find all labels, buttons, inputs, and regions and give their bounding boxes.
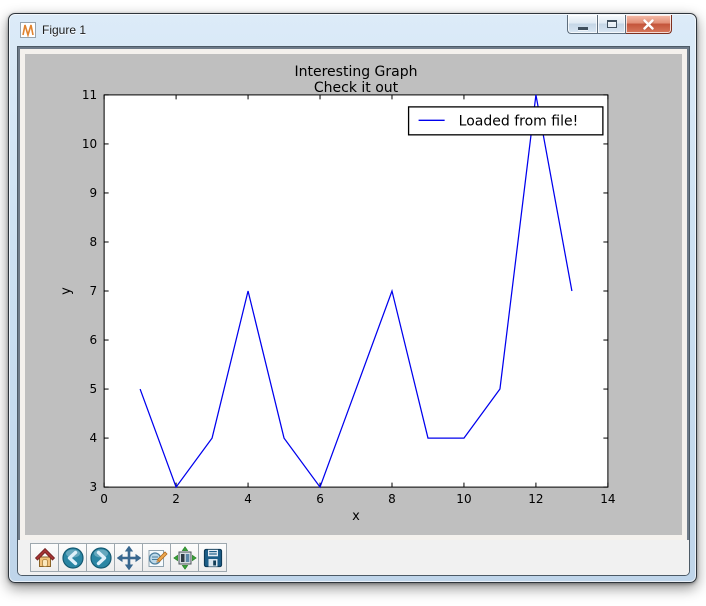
- svg-text:5: 5: [89, 382, 97, 396]
- figure-canvas[interactable]: 0 2 4 6 8 10 12 14 3 4 5 6 7 8 9 10 11 Loaded from file! I…: [18, 47, 689, 542]
- svg-text:Loaded from file!: Loaded from file!: [459, 113, 579, 129]
- svg-text:12: 12: [528, 492, 543, 506]
- pan-button[interactable]: [114, 543, 143, 572]
- forward-arrow-icon: [89, 546, 112, 569]
- svg-text:11: 11: [82, 88, 97, 102]
- svg-text:10: 10: [456, 492, 471, 506]
- pan-arrows-icon: [116, 545, 141, 570]
- save-floppy-icon: [203, 548, 222, 567]
- configure-subplots-icon: [172, 545, 197, 570]
- svg-text:4: 4: [89, 431, 97, 445]
- titlebar[interactable]: Figure 1: [9, 14, 696, 46]
- svg-text:8: 8: [388, 492, 396, 506]
- subplots-button[interactable]: [170, 543, 199, 572]
- navigation-toolbar: [18, 540, 689, 575]
- svg-text:9: 9: [89, 186, 97, 200]
- maximize-button[interactable]: [597, 15, 626, 34]
- svg-text:y: y: [59, 287, 74, 295]
- close-button[interactable]: [626, 15, 672, 34]
- save-button[interactable]: [198, 543, 227, 572]
- svg-text:4: 4: [244, 492, 252, 506]
- close-icon: [642, 18, 655, 30]
- back-button[interactable]: [58, 543, 87, 572]
- svg-text:0: 0: [100, 492, 108, 506]
- matplotlib-icon: [20, 22, 36, 38]
- svg-text:x: x: [352, 509, 360, 524]
- svg-text:2: 2: [172, 492, 180, 506]
- svg-text:10: 10: [82, 137, 97, 151]
- svg-text:6: 6: [89, 333, 97, 347]
- caption-buttons: [567, 15, 672, 34]
- svg-text:14: 14: [600, 492, 615, 506]
- zoom-to-rect-icon: [148, 549, 168, 567]
- home-button[interactable]: [30, 543, 59, 572]
- svg-text:8: 8: [89, 235, 97, 249]
- svg-text:Check it out: Check it out: [314, 80, 399, 96]
- zoom-button[interactable]: [142, 543, 171, 572]
- figure-background: 0 2 4 6 8 10 12 14 3 4 5 6 7 8 9 10 11 Loaded from file! I…: [25, 54, 682, 535]
- client-area: 0 2 4 6 8 10 12 14 3 4 5 6 7 8 9 10 11 Loaded from file! I…: [17, 46, 690, 576]
- svg-text:Interesting Graph: Interesting Graph: [294, 64, 417, 80]
- maximize-icon: [606, 20, 617, 28]
- minimize-button[interactable]: [567, 15, 597, 34]
- home-icon: [34, 547, 55, 567]
- svg-text:3: 3: [89, 480, 97, 494]
- figure-window: Figure 1 0 2 4 6 8 10 12 14 3 4 5 6 7 8 9 10 11 Loaded fr…: [8, 13, 697, 583]
- minimize-icon: [577, 26, 588, 30]
- svg-text:7: 7: [89, 284, 97, 298]
- svg-text:6: 6: [316, 492, 324, 506]
- back-arrow-icon: [61, 546, 84, 569]
- window-title: Figure 1: [42, 23, 87, 37]
- line-chart: 0 2 4 6 8 10 12 14 3 4 5 6 7 8 9 10 11 Loaded from file! I…: [59, 64, 615, 524]
- forward-button[interactable]: [86, 543, 115, 572]
